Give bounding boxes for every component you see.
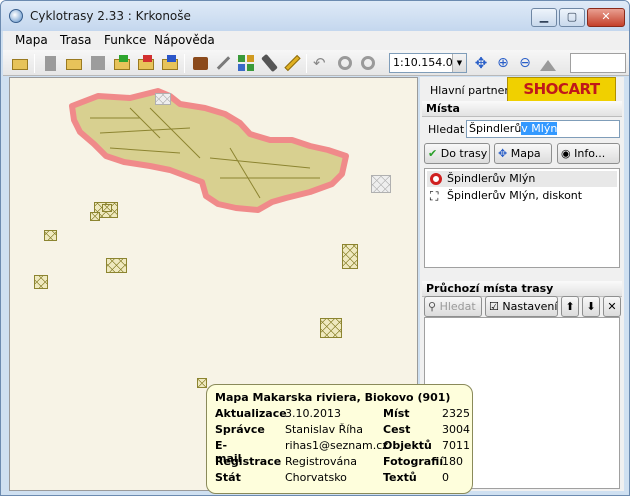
title-bar[interactable]: Cyklotrasy 2.33 : Krkonoše ▁ ▢ ✕ xyxy=(1,1,629,31)
search-input[interactable]: Špindlerův Mlýn xyxy=(466,120,620,138)
export-green-icon[interactable] xyxy=(113,54,131,72)
import-blue-icon[interactable] xyxy=(161,54,179,72)
menu-bar: Mapa Trasa Funkce Nápověda xyxy=(3,31,629,50)
wrench-icon[interactable] xyxy=(214,54,232,72)
toolbar: ↶ 1:10.154.00 ▼ ✥ ⊕ ⊖ xyxy=(3,50,629,76)
zoom-out-icon[interactable]: ⊖ xyxy=(516,54,534,72)
menu-napoveda[interactable]: Nápověda xyxy=(154,33,215,47)
map-tile[interactable] xyxy=(90,212,100,221)
map-info-tooltip: Mapa Makarska riviera, Biokovo (901) Akt… xyxy=(206,384,473,494)
status-box xyxy=(570,53,626,73)
page-icon[interactable] xyxy=(41,54,59,72)
toolbar-separator xyxy=(306,54,307,73)
remove-button[interactable]: ✕ xyxy=(603,296,621,317)
places-header: Místa xyxy=(422,101,622,117)
gps-device-icon[interactable] xyxy=(260,53,278,73)
open-folder-icon[interactable] xyxy=(11,54,29,72)
tooltip-title: Mapa Makarska riviera, Biokovo (901) xyxy=(215,391,451,404)
app-window: Cyklotrasy 2.33 : Krkonoše ▁ ▢ ✕ Mapa Tr… xyxy=(0,0,630,496)
window-title: Cyklotrasy 2.33 : Krkonoše xyxy=(30,9,191,23)
map-tile[interactable] xyxy=(34,275,48,289)
map-tile[interactable] xyxy=(197,378,207,388)
find-button[interactable]: ⚲ Hledat xyxy=(424,296,482,317)
eye-icon: ◉ xyxy=(561,147,571,160)
move-icon: ✥ xyxy=(498,147,508,160)
zoom-in-icon[interactable]: ⊕ xyxy=(494,54,512,72)
map-tile[interactable] xyxy=(102,204,112,212)
close-icon: ✕ xyxy=(607,300,617,313)
places-results-list[interactable]: Špindlerův Mlýn ⛶ Špindlerův Mlýn, disko… xyxy=(424,168,620,268)
add-to-route-button[interactable]: ✔ Do trasy xyxy=(424,143,490,164)
save-disk-icon[interactable] xyxy=(89,54,107,72)
map-tile[interactable] xyxy=(342,244,358,269)
scale-select[interactable]: 1:10.154.00 ▼ xyxy=(389,53,467,73)
map-tile[interactable] xyxy=(44,230,57,241)
menu-funkce[interactable]: Funkce xyxy=(104,33,146,47)
search-label: Hledat xyxy=(428,123,465,136)
chevron-down-icon[interactable]: ▼ xyxy=(452,54,466,72)
arrow-up-icon: ⬆ xyxy=(565,300,575,313)
app-icon xyxy=(9,9,23,23)
map-tile[interactable] xyxy=(371,175,391,193)
maximize-button[interactable]: ▢ xyxy=(559,8,585,27)
checklist-icon: ☑ xyxy=(489,300,499,313)
list-item[interactable]: Špindlerův Mlýn xyxy=(427,171,617,187)
minimize-button[interactable]: ▁ xyxy=(531,8,557,27)
toolbar-separator xyxy=(34,54,35,73)
arrow-down-icon: ⬇ xyxy=(586,300,596,313)
folder-icon[interactable] xyxy=(65,54,83,72)
menu-mapa[interactable]: Mapa xyxy=(15,33,48,47)
export-red-icon[interactable] xyxy=(137,54,155,72)
list-item[interactable]: ⛶ Špindlerův Mlýn, diskont xyxy=(427,188,617,204)
ruler-icon[interactable] xyxy=(283,54,301,72)
book-icon[interactable] xyxy=(191,54,209,72)
magnifier-icon: ⚲ xyxy=(428,300,437,313)
target-marker-icon xyxy=(430,173,442,185)
move-up-button[interactable]: ⬆ xyxy=(561,296,579,317)
toolbar-separator xyxy=(184,54,185,73)
move-down-button[interactable]: ⬇ xyxy=(582,296,600,317)
settings-button[interactable]: ☑ Nastavení xyxy=(485,296,558,317)
terrain-icon[interactable] xyxy=(539,54,557,72)
undo-icon[interactable]: ↶ xyxy=(313,54,331,72)
crossed-marker-icon: ⛶ xyxy=(430,189,439,203)
info-button[interactable]: ◉ Info... xyxy=(557,143,620,164)
partner-label: Hlavní partner xyxy=(430,84,509,97)
route-points-header: Průchozí místa trasy xyxy=(422,281,622,297)
move-icon[interactable]: ✥ xyxy=(472,54,490,72)
map-tile[interactable] xyxy=(155,93,171,105)
stop-circle-icon[interactable] xyxy=(359,54,377,72)
scale-value: 1:10.154.00 xyxy=(393,56,460,69)
tiles-grid-icon[interactable] xyxy=(237,54,255,72)
menu-trasa[interactable]: Trasa xyxy=(60,33,91,47)
close-button[interactable]: ✕ xyxy=(587,8,625,27)
circle-icon[interactable] xyxy=(336,54,354,72)
shocart-logo[interactable]: SHOCART xyxy=(507,77,616,102)
map-tile[interactable] xyxy=(106,258,127,273)
map-tile[interactable] xyxy=(320,318,342,338)
show-on-map-button[interactable]: ✥ Mapa xyxy=(494,143,552,164)
checkmark-icon: ✔ xyxy=(428,147,438,160)
